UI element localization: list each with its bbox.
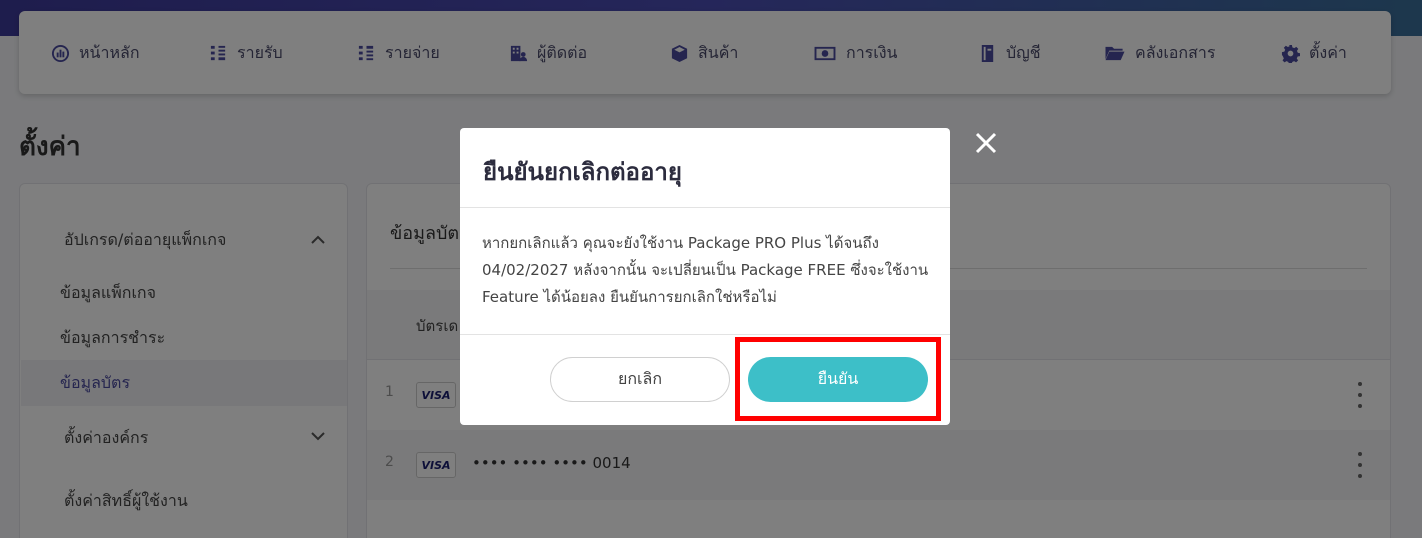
confirm-button[interactable]: ยืนยัน: [748, 357, 928, 402]
cancel-button[interactable]: ยกเลิก: [550, 357, 730, 402]
close-icon[interactable]: [973, 130, 999, 156]
dialog-title: ยืนยันยกเลิกต่ออายุ: [483, 158, 682, 186]
divider: [460, 207, 950, 208]
divider: [460, 334, 950, 335]
dialog-message: หากยกเลิกแล้ว คุณจะยังใช้งาน Package PRO…: [482, 234, 929, 306]
confirm-cancel-renewal-dialog: ยืนยันยกเลิกต่ออายุ หากยกเลิกแล้ว คุณจะย…: [460, 128, 950, 425]
